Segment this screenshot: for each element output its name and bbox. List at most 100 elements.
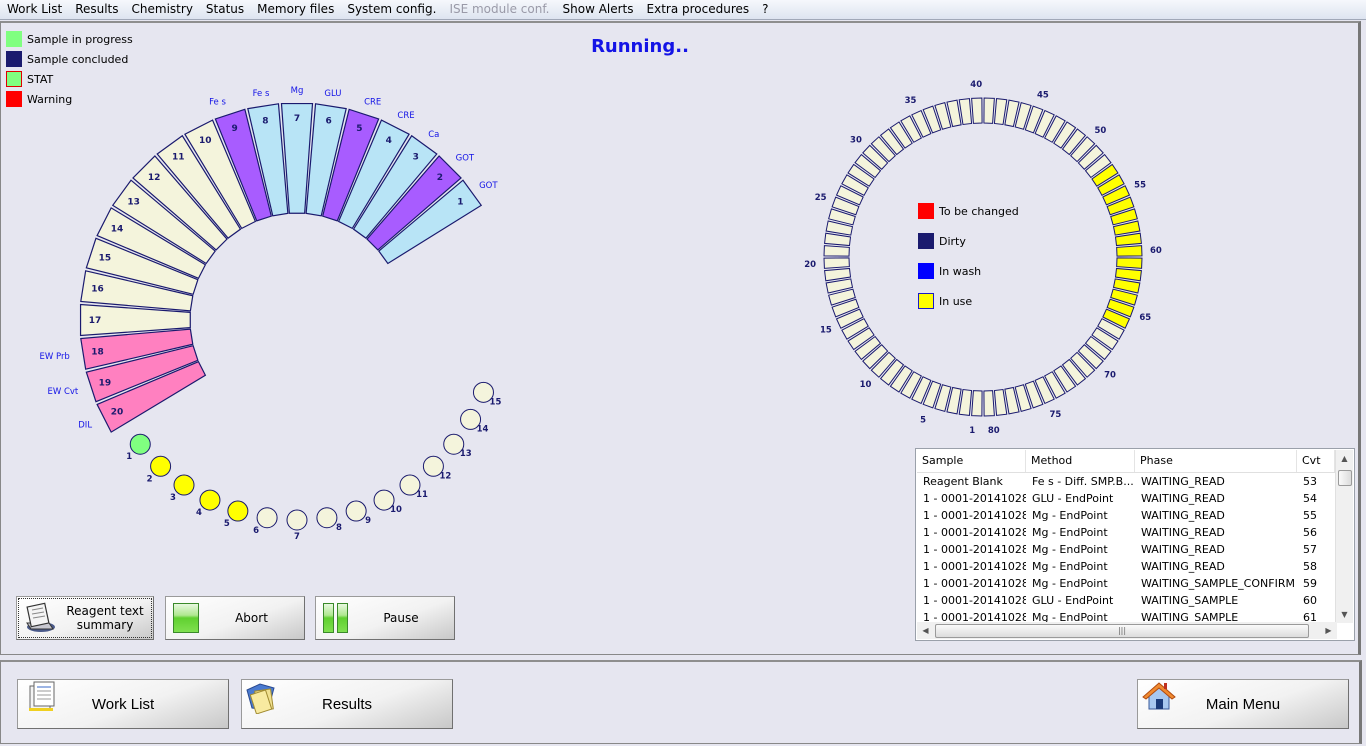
- sample-tube-shape: [227, 500, 249, 522]
- cuvette-tick-label: 35: [905, 96, 917, 106]
- sample-position-number: 1: [126, 452, 132, 462]
- column-header-method[interactable]: Method: [1026, 450, 1135, 472]
- pause-label: Pause: [383, 611, 419, 625]
- cell-cvt: 53: [1303, 475, 1317, 488]
- scroll-up-icon[interactable]: ▲: [1336, 450, 1353, 467]
- work-list-button[interactable]: Work List: [17, 679, 229, 729]
- pause-button[interactable]: Pause: [315, 596, 455, 640]
- results-button[interactable]: Results: [241, 679, 453, 729]
- cell-sample: Reagent Blank: [923, 475, 1003, 488]
- abort-label: Abort: [235, 611, 268, 625]
- cuvette-slot: [824, 232, 852, 247]
- main-menu-button[interactable]: Main Menu: [1137, 679, 1349, 729]
- sample-position[interactable]: 12: [422, 455, 451, 481]
- reagent-slot-number: 15: [99, 254, 112, 264]
- cell-method: Mg - EndPoint: [1032, 577, 1108, 590]
- legend-item-in-wash: In wash: [918, 256, 1019, 286]
- reagent-slot-number: 18: [91, 348, 104, 358]
- legend-label: In wash: [939, 264, 982, 278]
- sample-position[interactable]: 9: [345, 500, 371, 526]
- cuvette-slot: [993, 98, 1008, 126]
- reagent-summary-button[interactable]: Reagent text summary: [16, 596, 154, 640]
- scroll-down-icon[interactable]: ▼: [1336, 606, 1353, 623]
- horizontal-scrollbar[interactable]: ◀ ||| ▶: [917, 622, 1337, 639]
- sample-position[interactable]: 1: [126, 433, 151, 462]
- column-header-sample[interactable]: Sample: [917, 450, 1026, 472]
- sample-position[interactable]: 13: [443, 433, 472, 459]
- legend-item-in-use: In use: [918, 286, 1019, 316]
- cell-cvt: 55: [1303, 509, 1317, 522]
- table-row[interactable]: 1 - 0001-20141028 Mg - EndPoint WAITING_SA…: [917, 609, 1335, 623]
- sample-position[interactable]: 14: [460, 408, 489, 434]
- cell-sample: 1 - 0001-20141028: [923, 594, 1026, 607]
- cuvette-tick-label: 30: [850, 136, 862, 146]
- sample-position[interactable]: 3: [170, 474, 195, 503]
- legend-item-to-be-changed: To be changed: [918, 196, 1019, 226]
- sample-position-number: 8: [336, 523, 342, 533]
- cuvette-tick-label: 45: [1037, 91, 1049, 101]
- cell-cvt: 59: [1303, 577, 1317, 590]
- cell-sample: 1 - 0001-20141028: [923, 577, 1026, 590]
- reagent-slot-label: EW Cvt: [47, 387, 78, 397]
- legend-item-dirty: Dirty: [918, 226, 1019, 256]
- cuvette-tick-label: 50: [1095, 126, 1107, 136]
- sample-tube-shape: [345, 500, 367, 522]
- sample-position[interactable]: 5: [224, 500, 249, 529]
- scroll-thumb-horizontal[interactable]: |||: [935, 624, 1309, 638]
- table-row[interactable]: 1 - 0001-20141028 Mg - EndPoint WAITING_RE…: [917, 507, 1335, 524]
- vertical-scrollbar[interactable]: ▲ ▼: [1335, 450, 1353, 623]
- sample-position[interactable]: 11: [399, 474, 428, 500]
- table-body: Reagent Blank Fe s - Diff. SMP.B... WAITIN…: [917, 473, 1335, 623]
- abort-button[interactable]: Abort: [165, 596, 305, 640]
- table-row[interactable]: 1 - 0001-20141028 GLU - EndPoint WAITING_R…: [917, 490, 1335, 507]
- sample-position[interactable]: 8: [316, 507, 342, 533]
- sample-position[interactable]: 15: [472, 381, 501, 407]
- reagent-slot-label: Ca: [428, 130, 439, 140]
- worksession-table[interactable]: Sample Method Phase Cvt Reagent Blank Fe …: [915, 448, 1355, 641]
- table-header: Sample Method Phase Cvt: [917, 450, 1335, 473]
- cuvette-tick-label: 40: [970, 80, 982, 90]
- sample-position[interactable]: 7: [286, 509, 308, 542]
- sample-position[interactable]: 4: [196, 489, 221, 518]
- table-row[interactable]: 1 - 0001-20141028 Mg - EndPoint WAITING_RE…: [917, 524, 1335, 541]
- cell-sample: 1 - 0001-20141028: [923, 492, 1026, 505]
- cuvette-tick-label: 25: [815, 193, 827, 203]
- home-icon: [1142, 682, 1176, 710]
- table-row[interactable]: 1 - 0001-20141028 Mg - EndPoint WAITING_SA…: [917, 575, 1335, 592]
- column-header-cvt[interactable]: Cvt: [1297, 450, 1335, 472]
- scroll-left-icon[interactable]: ◀: [917, 622, 934, 639]
- reagent-slot-number: 3: [413, 153, 419, 163]
- sample-position[interactable]: 2: [147, 455, 172, 484]
- cuvette-slot: [823, 257, 850, 269]
- sample-position-number: 7: [294, 532, 300, 542]
- sample-position[interactable]: 6: [253, 507, 278, 536]
- cell-phase: WAITING_SAMPLE_CONFIRM: [1141, 577, 1295, 590]
- cell-sample: 1 - 0001-20141028: [923, 526, 1026, 539]
- table-row[interactable]: 1 - 0001-20141028 GLU - EndPoint WAITING_S…: [917, 592, 1335, 609]
- scroll-thumb[interactable]: [1338, 470, 1352, 486]
- cell-phase: WAITING_READ: [1141, 526, 1225, 539]
- cell-cvt: 56: [1303, 526, 1317, 539]
- reagent-slot-label: CRE: [364, 97, 381, 107]
- table-row[interactable]: 1 - 0001-20141028 Mg - EndPoint WAITING_RE…: [917, 558, 1335, 575]
- cuvette-tick-label: 70: [1104, 370, 1116, 380]
- scroll-right-icon[interactable]: ▶: [1320, 622, 1337, 639]
- column-header-phase[interactable]: Phase: [1135, 450, 1297, 472]
- cuvette-tick-label: 1: [969, 426, 975, 436]
- worklist-document-icon: [29, 681, 55, 711]
- reagent-slot-number: 16: [91, 284, 104, 294]
- table-row[interactable]: Reagent Blank Fe s - Diff. SMP.B... WAITIN…: [917, 473, 1335, 490]
- sample-tube-shape: [173, 474, 195, 496]
- sample-position-number: 4: [196, 508, 202, 518]
- cell-phase: WAITING_SAMPLE: [1141, 611, 1239, 623]
- cell-sample: 1 - 0001-20141028: [923, 543, 1026, 556]
- sample-position[interactable]: 10: [373, 489, 402, 515]
- results-folder-icon: [246, 683, 275, 714]
- table-row[interactable]: 1 - 0001-20141028 Mg - EndPoint WAITING_RE…: [917, 541, 1335, 558]
- reagent-summary-label: Reagent text summary: [66, 604, 144, 632]
- cuvette-tick-label: 80: [988, 426, 1000, 436]
- cuvette-slot: [824, 267, 852, 282]
- sample-position-number: 3: [170, 493, 176, 503]
- reagent-slot-label: DIL: [78, 420, 92, 430]
- cuvette-slot: [958, 98, 973, 126]
